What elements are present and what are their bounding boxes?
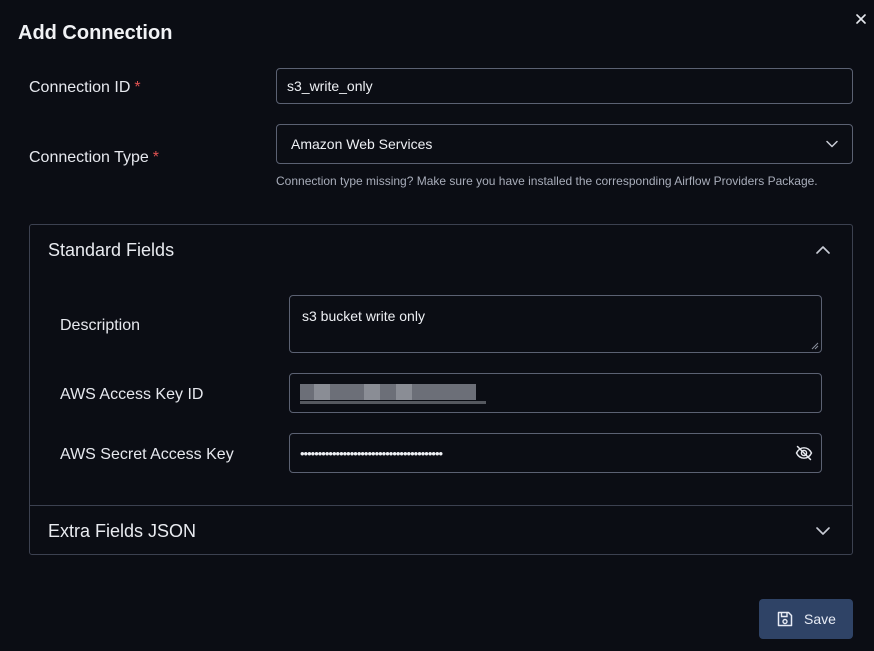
resize-grip-icon[interactable] [811,342,819,350]
save-button[interactable]: Save [759,599,853,639]
connection-type-helper-text: Connection type missing? Make sure you h… [276,174,818,188]
dialog-title: Add Connection [18,22,173,44]
description-textarea[interactable]: s3 bucket write only [289,295,822,353]
chevron-down-icon [826,140,838,148]
description-label: Description [60,317,141,334]
aws-access-key-id-input[interactable] [289,373,822,413]
connection-type-label: Connection Type * [29,149,159,167]
redacted-value-blur [300,384,486,404]
save-button-label: Save [804,611,836,627]
extra-fields-title: Extra Fields JSON [48,520,197,541]
aws-secret-access-key-value: •••••••••••••••••••••••••••••••••••••••• [300,445,443,461]
close-button[interactable] [852,10,870,28]
extra-fields-header[interactable]: Extra Fields JSON [30,506,852,556]
close-icon[interactable] [856,14,866,24]
connection-id-label: Connection ID * [29,79,141,97]
connection-id-input[interactable]: s3_write_only [276,68,853,104]
fields-accordion: Standard Fields Description s3 bucket wr… [29,224,853,555]
add-connection-dialog: Add Connection Connection ID * s3_write_o… [0,0,874,651]
connection-type-label-text: Connection Type [29,149,149,166]
aws-secret-access-key-input[interactable]: •••••••••••••••••••••••••••••••••••••••• [289,433,822,473]
aws-access-key-id-label: AWS Access Key ID [60,386,204,403]
connection-id-label-text: Connection ID [29,79,131,96]
connection-type-value: Amazon Web Services [291,136,433,152]
eye-off-icon[interactable] [795,444,813,462]
chevron-up-icon [816,246,830,254]
description-value: s3 bucket write only [302,308,425,324]
connection-id-value: s3_write_only [287,78,373,94]
aws-secret-access-key-label: AWS Secret Access Key [60,446,234,463]
standard-fields-header[interactable]: Standard Fields [30,225,852,275]
standard-fields-title: Standard Fields [48,239,175,260]
chevron-down-icon [816,527,830,535]
required-mark: * [134,79,141,96]
floppy-disk-icon [777,611,793,627]
required-mark: * [152,149,160,166]
connection-type-select[interactable]: Amazon Web Services [276,124,853,164]
